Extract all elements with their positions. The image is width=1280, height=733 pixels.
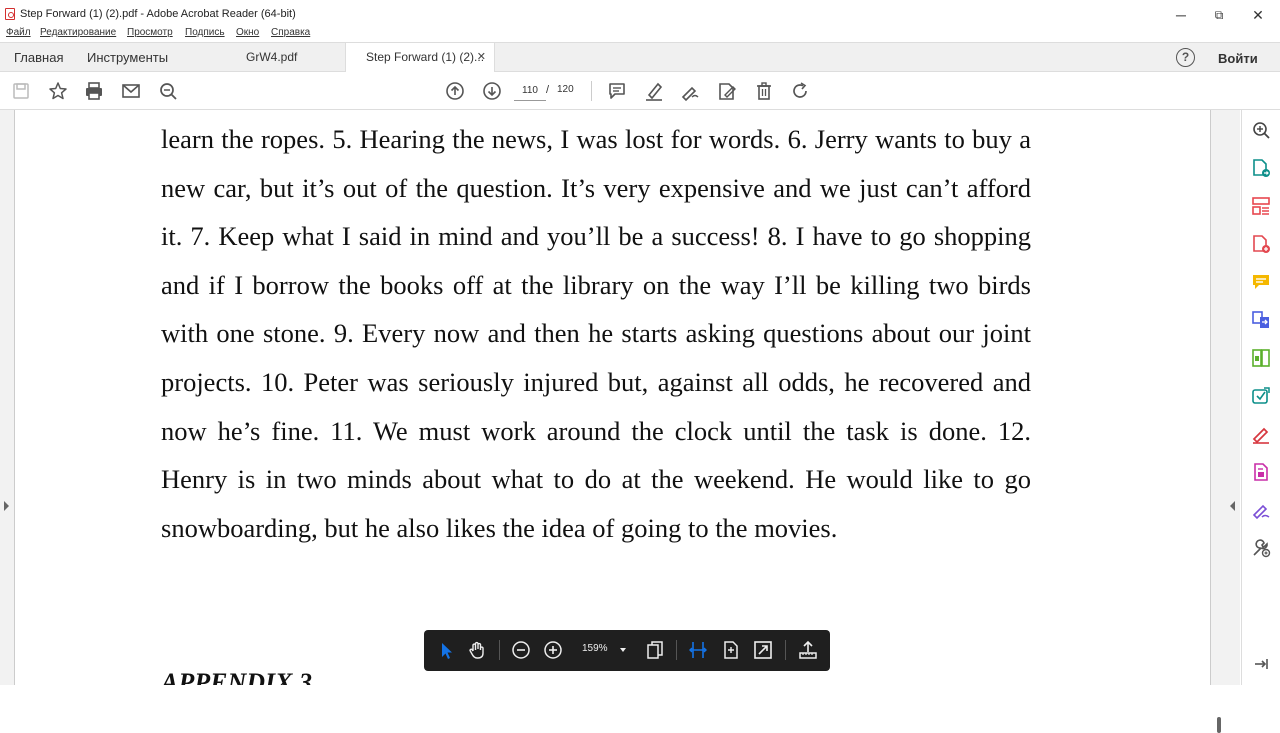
zoom-out-icon[interactable] xyxy=(510,639,532,661)
toolbar-divider xyxy=(499,640,500,660)
sign-icon[interactable] xyxy=(679,80,701,102)
menu-file[interactable]: Файл xyxy=(6,27,31,38)
edit-text-icon[interactable] xyxy=(716,80,738,102)
request-signature-icon[interactable] xyxy=(1250,499,1272,521)
paragraph: learn the ropes. 5. Hearing the news, I … xyxy=(161,124,1031,543)
tab-bar: Главная Инструменты GrW4.pdf Step Forwar… xyxy=(0,42,1280,73)
left-panel-expand-icon[interactable] xyxy=(4,501,9,511)
zoom-dropdown-icon[interactable] xyxy=(620,648,626,652)
fit-width-icon[interactable] xyxy=(687,639,709,661)
toolbar-divider xyxy=(591,81,592,101)
maximize-button[interactable]: ⧉ xyxy=(1204,4,1234,26)
toolbar-divider xyxy=(676,640,677,660)
menu-help[interactable]: Справка xyxy=(271,27,310,38)
close-window-button[interactable]: ✕ xyxy=(1243,4,1273,26)
email-icon[interactable] xyxy=(120,80,142,102)
delete-icon[interactable] xyxy=(753,80,775,102)
fullscreen-icon[interactable] xyxy=(752,639,774,661)
comment-icon[interactable] xyxy=(606,80,628,102)
combine-files-icon[interactable] xyxy=(1250,309,1272,331)
acrobat-app-icon xyxy=(5,8,15,20)
highlight-icon[interactable] xyxy=(643,80,665,102)
save-icon[interactable] xyxy=(10,80,32,102)
vertical-scrollbar-thumb[interactable] xyxy=(1217,717,1221,733)
fill-sign-icon[interactable] xyxy=(1250,423,1272,445)
menu-bar: Файл Редактирование Просмотр Подпись Окн… xyxy=(0,27,1280,42)
read-aloud-icon[interactable] xyxy=(797,639,819,661)
title-bar: Step Forward (1) (2).pdf - Adobe Acrobat… xyxy=(0,0,1280,28)
window-title: Step Forward (1) (2).pdf - Adobe Acrobat… xyxy=(20,8,296,20)
fit-page-icon[interactable] xyxy=(720,639,742,661)
menu-view[interactable]: Просмотр xyxy=(127,27,173,38)
rotate-icon[interactable] xyxy=(789,80,811,102)
right-tools-panel xyxy=(1241,110,1280,685)
organize-pages-icon[interactable] xyxy=(1250,195,1272,217)
create-pdf-icon[interactable] xyxy=(1250,233,1272,255)
hand-tool-icon[interactable] xyxy=(466,639,488,661)
select-tool-icon[interactable] xyxy=(435,639,457,661)
signin-button[interactable]: Войти xyxy=(1218,51,1258,66)
print-icon[interactable] xyxy=(83,80,105,102)
page-body-text: learn the ropes. 5. Hearing the news, I … xyxy=(161,115,1031,552)
menu-window[interactable]: Окно xyxy=(236,27,259,38)
floating-view-toolbar: 159% xyxy=(424,630,830,671)
menu-edit[interactable]: Редактирование xyxy=(40,27,116,38)
minimize-button[interactable]: ─ xyxy=(1166,4,1196,26)
page-down-icon[interactable] xyxy=(481,80,503,102)
page-up-icon[interactable] xyxy=(444,80,466,102)
tab-home[interactable]: Главная xyxy=(14,43,63,72)
page-total: 120 xyxy=(557,84,574,95)
tab-close-icon[interactable]: ✕ xyxy=(477,43,486,72)
tab-grw4[interactable]: GrW4.pdf xyxy=(246,43,297,72)
right-panel-collapse-icon[interactable] xyxy=(1230,501,1235,511)
zoom-search-icon[interactable] xyxy=(1250,119,1272,141)
more-tools-icon[interactable] xyxy=(1250,537,1272,559)
tab-step-forward[interactable]: Step Forward (1) (2)... ✕ xyxy=(345,43,495,73)
zoom-search-icon[interactable] xyxy=(157,80,179,102)
toolbar-divider xyxy=(785,640,786,660)
tab-tools[interactable]: Инструменты xyxy=(87,43,168,72)
page-view-icon[interactable] xyxy=(644,639,666,661)
main-toolbar: 110 / 120 xyxy=(0,72,1280,110)
star-icon[interactable] xyxy=(47,80,69,102)
export-pdf-icon[interactable] xyxy=(1250,157,1272,179)
edit-pdf-icon[interactable] xyxy=(1250,347,1272,369)
comment-icon[interactable] xyxy=(1250,271,1272,293)
appendix-heading: APPENDIX 3 xyxy=(161,668,312,685)
page-number-input[interactable]: 110 xyxy=(514,81,546,101)
zoom-level[interactable]: 159% xyxy=(582,643,608,654)
tab-step-forward-label: Step Forward (1) (2)... xyxy=(366,50,485,64)
collapse-panel-icon[interactable] xyxy=(1250,653,1272,675)
compress-icon[interactable] xyxy=(1250,385,1272,407)
document-viewport[interactable]: learn the ropes. 5. Hearing the news, I … xyxy=(0,110,1240,733)
menu-sign[interactable]: Подпись xyxy=(185,27,225,38)
help-icon[interactable]: ? xyxy=(1176,48,1195,67)
pdf-page: learn the ropes. 5. Hearing the news, I … xyxy=(14,110,1211,685)
zoom-in-icon[interactable] xyxy=(542,639,564,661)
page-separator: / xyxy=(546,84,550,96)
protect-icon[interactable] xyxy=(1250,461,1272,483)
